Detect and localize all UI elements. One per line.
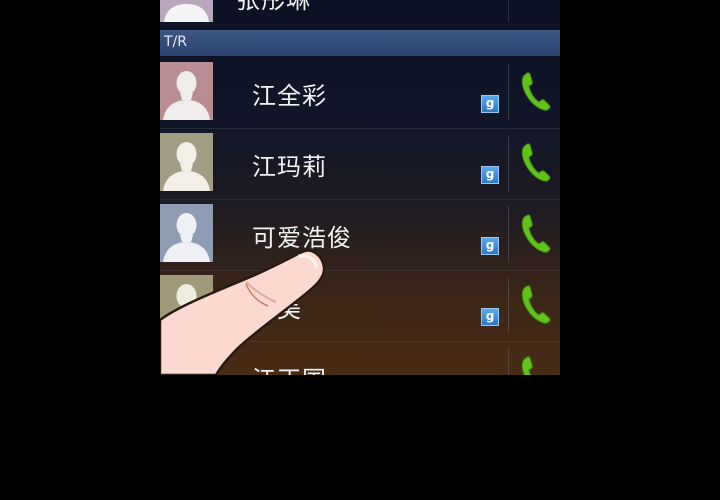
contact-row-5[interactable]: 江正国 [160, 342, 560, 375]
contact-row-3[interactable]: 可爱浩俊 g [160, 200, 560, 271]
divider [508, 277, 509, 333]
google-contact-icon: g [481, 308, 499, 326]
contact-name: 江全彩 [252, 82, 327, 110]
contact-name: 张彤琳 [236, 0, 311, 14]
contact-row-1[interactable]: 江全彩 g [160, 58, 560, 129]
phone-handset-icon[interactable] [520, 141, 552, 183]
section-header-label: T/R [164, 34, 187, 50]
default-person-avatar-icon [160, 346, 213, 375]
phone-handset-icon[interactable] [520, 354, 552, 375]
contact-name: 江美 [252, 295, 302, 323]
phone-handset-icon[interactable] [520, 70, 552, 112]
divider [508, 64, 509, 120]
phone-handset-icon[interactable] [520, 212, 552, 254]
google-contact-icon: g [481, 237, 499, 255]
divider [508, 0, 509, 22]
google-contact-icon: g [481, 95, 499, 113]
default-person-avatar-icon [160, 62, 213, 120]
divider [508, 348, 509, 375]
google-contact-icon: g [481, 166, 499, 184]
section-header: T/R [160, 30, 560, 56]
default-person-avatar-icon [160, 133, 213, 191]
divider [508, 206, 509, 262]
contact-row-4[interactable]: 江美 g [160, 271, 560, 342]
default-person-avatar-icon [160, 275, 213, 333]
contact-row-2[interactable]: 江玛莉 g [160, 129, 560, 200]
default-person-avatar-icon [160, 204, 213, 262]
contact-row-0[interactable]: 张彤琳 [160, 0, 560, 31]
contact-name: 江玛莉 [252, 153, 327, 181]
contacts-screen: 张彤琳 T/R 江全彩 g 江玛莉 g 可爱浩俊 g 江美 g [160, 0, 560, 375]
divider [508, 135, 509, 191]
contact-name: 可爱浩俊 [252, 224, 352, 252]
contact-name: 江正国 [252, 360, 327, 375]
avatar [160, 0, 213, 22]
phone-handset-icon[interactable] [520, 283, 552, 325]
